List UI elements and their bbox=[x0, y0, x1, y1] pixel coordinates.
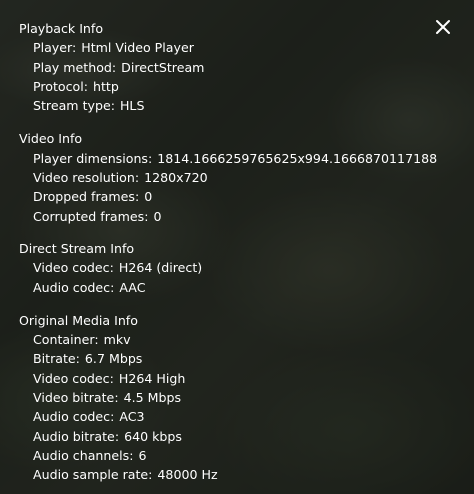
row-label: Play method bbox=[33, 60, 116, 75]
row-label: Audio bitrate bbox=[33, 429, 119, 444]
row-value: HLS bbox=[119, 98, 145, 114]
row-value: H264 High bbox=[118, 370, 186, 386]
info-row-corrupted-frames: Corrupted frames 0 bbox=[33, 207, 449, 226]
section-title: Direct Stream Info bbox=[19, 240, 135, 256]
row-label: Video codec bbox=[33, 260, 114, 275]
stats-panel: Playback Info Player Html Video Player Pl… bbox=[19, 19, 449, 485]
row-label: Audio sample rate bbox=[33, 467, 152, 482]
row-label: Audio channels bbox=[33, 448, 133, 463]
row-value: 6.7 Mbps bbox=[84, 351, 143, 367]
info-row-bitrate: Bitrate 6.7 Mbps bbox=[33, 349, 449, 368]
row-value: 6 bbox=[138, 447, 147, 463]
row-label: Player bbox=[33, 40, 76, 55]
row-value: AAC bbox=[119, 279, 146, 295]
row-value: 1814.1666259765625x994.1666870117188 bbox=[157, 150, 438, 166]
info-row-video-bitrate: Video bitrate 4.5 Mbps bbox=[33, 388, 449, 407]
section-title: Playback Info bbox=[19, 21, 104, 36]
row-value: 48000 Hz bbox=[157, 467, 218, 483]
info-row-audio-codec: Audio codec AAC bbox=[33, 278, 449, 297]
row-value: H264 (direct) bbox=[118, 260, 203, 276]
row-value: DirectStream bbox=[121, 59, 205, 75]
row-label: Protocol bbox=[33, 79, 88, 94]
info-row-player: Player Html Video Player bbox=[33, 38, 449, 57]
info-row-video-codec: Video codec H264 High bbox=[33, 369, 449, 388]
row-value: 4.5 Mbps bbox=[123, 390, 182, 406]
row-value: mkv bbox=[103, 332, 131, 348]
info-row-stream-type: Stream type HLS bbox=[33, 96, 449, 115]
info-row-dropped-frames: Dropped frames 0 bbox=[33, 187, 449, 206]
playback-info-overlay: Playback Info Player Html Video Player Pl… bbox=[0, 0, 474, 494]
info-row-video-codec: Video codec H264 (direct) bbox=[33, 258, 449, 277]
row-label: Video codec bbox=[33, 371, 114, 386]
info-row-container: Container mkv bbox=[33, 330, 449, 349]
info-row-video-resolution: Video resolution 1280x720 bbox=[33, 168, 449, 187]
info-row-audio-codec: Audio codec AC3 bbox=[33, 407, 449, 426]
row-label: Video resolution bbox=[33, 170, 139, 185]
row-label: Audio codec bbox=[33, 280, 114, 295]
section-video-info: Video Info Player dimensions 1814.1666259… bbox=[19, 129, 449, 225]
row-label: Corrupted frames bbox=[33, 209, 148, 224]
row-label: Dropped frames bbox=[33, 189, 139, 204]
row-value: 0 bbox=[144, 189, 153, 205]
info-row-play-method: Play method DirectStream bbox=[33, 58, 449, 77]
section-title: Video Info bbox=[19, 131, 83, 147]
section-title: Original Media Info bbox=[19, 312, 138, 328]
row-label: Video bitrate bbox=[33, 390, 119, 405]
info-row-protocol: Protocol http bbox=[33, 77, 449, 96]
row-label: Bitrate bbox=[33, 351, 80, 366]
row-value: 1280x720 bbox=[144, 170, 208, 186]
info-row-audio-channels: Audio channels 6 bbox=[33, 446, 449, 465]
info-row-audio-bitrate: Audio bitrate 640 kbps bbox=[33, 427, 449, 446]
row-label: Player dimensions bbox=[33, 151, 152, 166]
info-row-player-dimensions: Player dimensions 1814.1666259765625x994.… bbox=[33, 149, 449, 168]
row-value: AC3 bbox=[119, 409, 145, 425]
row-label: Container bbox=[33, 332, 99, 347]
section-original-media-info: Original Media Info Container mkv Bitrate… bbox=[19, 311, 449, 485]
section-direct-stream-info: Direct Stream Info Video codec H264 (dire… bbox=[19, 239, 449, 297]
row-value: 0 bbox=[153, 208, 162, 224]
row-label: Audio codec bbox=[33, 409, 114, 424]
info-row-audio-sample-rate: Audio sample rate 48000 Hz bbox=[33, 465, 449, 484]
row-label: Stream type bbox=[33, 98, 115, 113]
row-value: Html Video Player bbox=[81, 40, 194, 56]
row-value: 640 kbps bbox=[124, 428, 182, 444]
section-playback-info: Playback Info Player Html Video Player Pl… bbox=[19, 19, 449, 115]
row-value: http bbox=[93, 78, 119, 94]
